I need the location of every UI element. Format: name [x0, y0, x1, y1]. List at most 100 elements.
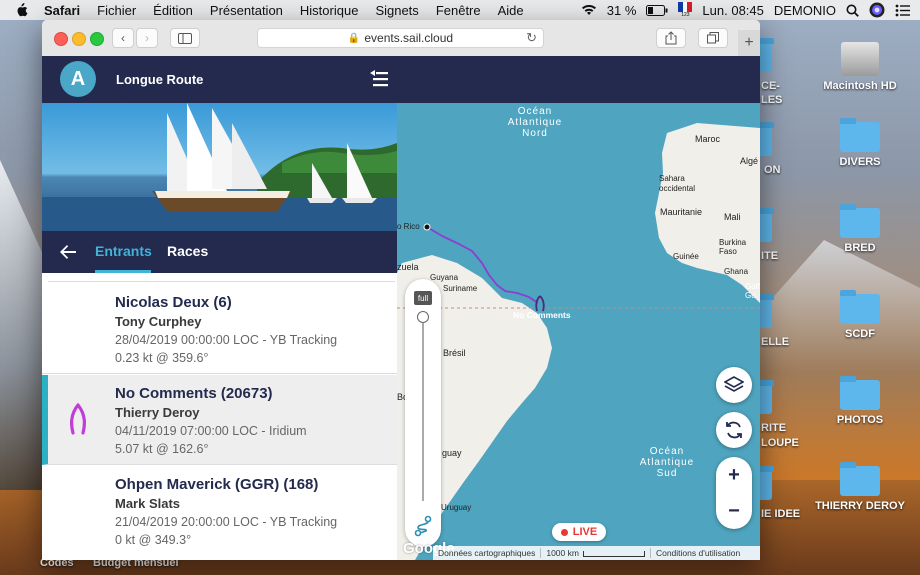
map-label: Golf Gu	[745, 282, 760, 300]
wifi-icon[interactable]	[581, 4, 597, 16]
folder-icon	[840, 290, 880, 324]
scale-indicator[interactable]: 1000 km	[541, 548, 651, 558]
menu-fichier[interactable]: Fichier	[97, 3, 136, 18]
hard-drive-icon	[841, 42, 879, 76]
active-tab-indicator	[95, 270, 151, 273]
map-label: o Rico	[397, 222, 420, 231]
app-header: A Longue Route	[42, 56, 760, 103]
tab-entrants[interactable]: Entrants	[95, 243, 152, 259]
tabs-overview-button[interactable]	[698, 28, 728, 48]
reload-icon[interactable]: ↻	[526, 30, 537, 46]
new-tab-button[interactable]: +	[738, 30, 760, 56]
list-item-selected[interactable]: No Comments (20673) Thierry Deroy 04/11/…	[42, 375, 397, 465]
address-bar[interactable]: 🔒 events.sail.cloud ↻	[257, 28, 544, 48]
desktop-icon-bred[interactable]: BRED	[810, 204, 910, 254]
partial-desktop-label[interactable]: LES	[761, 94, 782, 106]
entry-speed: 0 kt @ 349.3°	[115, 533, 192, 547]
desktop-icon-scdf[interactable]: SCDF	[810, 290, 910, 340]
map-label: Suriname	[443, 284, 478, 293]
map-label: Maroc	[695, 134, 721, 144]
tracking-map[interactable]: Océan Atlantique Nord Océan Atlantique S…	[397, 103, 760, 560]
terms-link[interactable]: Conditions d'utilisation	[651, 548, 745, 558]
list-item[interactable]: Nicolas Deux (6) Tony Curphey 28/04/2019…	[42, 284, 397, 374]
folder-icon[interactable]	[758, 122, 774, 156]
input-source-flag[interactable]: 123	[678, 1, 693, 19]
refresh-button[interactable]	[716, 412, 752, 448]
desktop-icon-label: PHOTOS	[836, 414, 884, 426]
map-label: Burkina Faso	[719, 238, 747, 256]
tab-races[interactable]: Races	[167, 243, 208, 259]
folder-icon[interactable]	[758, 380, 774, 414]
url-text: events.sail.cloud	[364, 31, 454, 45]
panel-tabs: Entrants Races	[42, 231, 397, 273]
partial-desktop-label[interactable]: ON	[764, 164, 781, 176]
partial-desktop-label[interactable]: LOUPE	[761, 437, 799, 449]
menu-signets[interactable]: Signets	[375, 3, 418, 18]
slider-track[interactable]	[422, 323, 424, 501]
attribution-text[interactable]: Données cartographiques	[433, 548, 542, 558]
user-name[interactable]: DEMONIO	[774, 3, 836, 18]
folder-icon[interactable]	[758, 466, 774, 500]
share-button[interactable]	[656, 28, 686, 48]
entry-name: Nicolas Deux (6)	[115, 294, 232, 311]
menu-aide[interactable]: Aide	[498, 3, 524, 18]
boat-label[interactable]: No Comments	[513, 310, 571, 320]
slider-handle[interactable]	[417, 311, 429, 323]
back-button[interactable]: ‹	[112, 28, 134, 48]
zoom-in-button[interactable]: +	[716, 457, 752, 493]
apple-icon[interactable]	[14, 3, 28, 17]
menu-historique[interactable]: Historique	[300, 3, 359, 18]
menu-safari[interactable]: Safari	[44, 3, 80, 18]
zoom-out-button[interactable]: −	[716, 493, 752, 529]
map-label: Mauritanie	[660, 207, 703, 217]
live-badge[interactable]: LIVE	[552, 523, 606, 541]
close-window-button[interactable]	[54, 32, 68, 46]
desktop-icon-thierry-deroy[interactable]: THIERRY DEROY	[810, 462, 910, 512]
forward-button[interactable]: ›	[136, 28, 158, 48]
siri-icon[interactable]	[869, 2, 885, 18]
folder-icon[interactable]	[758, 208, 774, 242]
map-label: guay	[442, 448, 462, 458]
safari-window: ‹ › 🔒 events.sail.cloud ↻ + A Longue Rou…	[42, 20, 760, 560]
spotlight-search-icon[interactable]	[846, 4, 859, 17]
partial-desktop-label[interactable]: ELLE	[761, 336, 789, 348]
desktop-icon-divers[interactable]: DIVERS	[810, 118, 910, 168]
app-logo[interactable]: A	[60, 61, 96, 97]
collapse-panel-icon[interactable]	[368, 68, 390, 90]
app-title: Longue Route	[116, 72, 204, 87]
zoom-window-button[interactable]	[90, 32, 104, 46]
ocean-label-south: Océan Atlantique Sud	[639, 446, 695, 479]
clock[interactable]: Lun. 08:45	[702, 3, 763, 18]
layers-icon	[724, 376, 744, 392]
entry-speed: 5.07 kt @ 162.6°	[115, 442, 209, 456]
map-label: Sahara occidental	[659, 174, 696, 193]
partial-desktop-label[interactable]: CE-	[761, 80, 780, 92]
flag-sub: 123	[681, 11, 690, 18]
partial-desktop-label[interactable]: ITE	[761, 250, 778, 262]
partial-desktop-label[interactable]: RITE	[761, 422, 786, 434]
full-range-button[interactable]: full	[414, 291, 432, 305]
layers-button[interactable]	[716, 367, 752, 403]
menu-fenetre[interactable]: Fenêtre	[436, 3, 481, 18]
map-label: Mali	[724, 212, 741, 222]
menu-presentation[interactable]: Présentation	[210, 3, 283, 18]
partial-desktop-label[interactable]: IE IDEE	[761, 508, 800, 520]
race-photo	[42, 103, 397, 231]
time-slider[interactable]: full	[405, 279, 441, 547]
notification-center-icon[interactable]	[895, 4, 910, 17]
browser-toolbar: ‹ › 🔒 events.sail.cloud ↻ +	[42, 20, 760, 57]
menu-edition[interactable]: Édition	[153, 3, 193, 18]
route-icon[interactable]	[414, 515, 432, 537]
sidebar-button[interactable]	[170, 28, 200, 48]
refresh-icon	[726, 421, 742, 439]
battery-icon[interactable]	[646, 4, 668, 16]
sidebar-icon	[178, 32, 192, 44]
minimize-window-button[interactable]	[72, 32, 86, 46]
desktop-icon-macintosh-hd[interactable]: Macintosh HD	[810, 42, 910, 92]
side-panel: Entrants Races Nicolas Deux (6) Tony Cur…	[42, 103, 397, 560]
folder-icon[interactable]	[758, 294, 774, 328]
folder-icon[interactable]	[758, 38, 774, 72]
arrow-left-icon[interactable]	[58, 242, 78, 262]
desktop-icon-photos[interactable]: PHOTOS	[810, 376, 910, 426]
list-item[interactable]: Ohpen Maverick (GGR) (168) Mark Slats 21…	[42, 466, 397, 556]
